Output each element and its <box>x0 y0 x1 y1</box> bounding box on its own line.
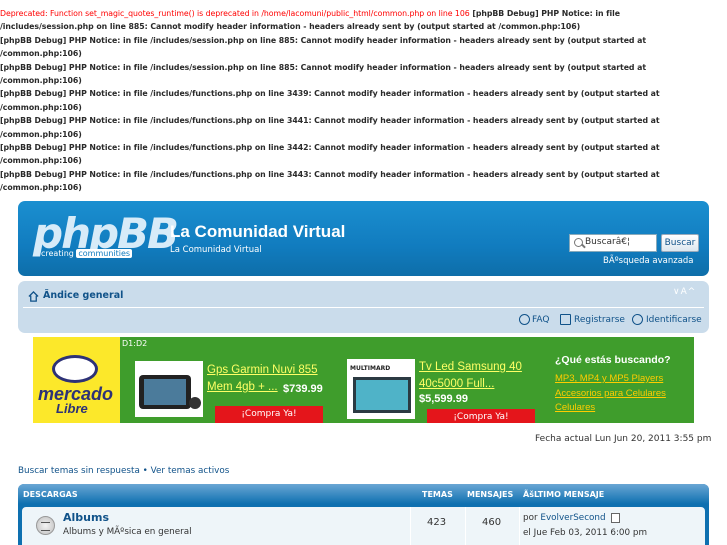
forum-title-link[interactable]: Albums <box>63 511 109 524</box>
product-title-line[interactable]: Mem 4gb + ... <box>207 379 278 396</box>
debug-line: /includes/session.php on line 885: Canno… <box>0 22 581 32</box>
ad-category-link[interactable]: Accesorios para Celulares <box>555 388 666 399</box>
handshake-icon <box>52 355 98 383</box>
forum-table: DESCARGAS TEMAS MENSAJES ÃšLTIMO MENSAJE… <box>18 484 709 545</box>
product-title-line[interactable]: Tv Led Samsung 40 <box>419 359 522 376</box>
debug-line: [phpBB Debug] PHP Notice: in file /inclu… <box>0 35 647 45</box>
advanced-search-link[interactable]: BÃºsqueda avanzada <box>603 256 694 266</box>
last-post-user-link[interactable]: EvolverSecond <box>540 513 605 523</box>
svg-text:MULTIMARD: MULTIMARD <box>350 365 390 372</box>
faq-link[interactable]: FAQ <box>532 315 549 325</box>
power-icon <box>632 314 643 325</box>
forum-table-header <box>18 484 709 504</box>
faq-icon <box>519 314 530 325</box>
home-icon <box>28 291 39 302</box>
debug-line: [phpBB Debug] PHP Notice: in file /inclu… <box>0 142 660 152</box>
topics-count: 423 <box>427 517 447 528</box>
forum-read-icon <box>36 516 55 535</box>
debug-line: Deprecated: Function set_magic_quotes_ru… <box>0 9 620 18</box>
site-description: La Comunidad Virtual <box>170 245 262 255</box>
site-header: phpBB creating communities La Comunidad … <box>18 201 709 276</box>
ad-category-link[interactable]: MP3, MP4 y MP5 Players <box>555 373 663 384</box>
debug-line: [phpBB Debug] PHP Notice: in file /inclu… <box>0 116 660 126</box>
product-title-line[interactable]: Gps Garmin Nuvi 855 <box>207 362 318 379</box>
debug-line: [phpBB Debug] PHP Notice: in file /inclu… <box>0 169 660 179</box>
ad-banner[interactable]: mercado Libre D1:D2 Gps Garmin Nuvi 855 … <box>33 337 694 423</box>
last-post-header: ÃšLTIMO MENSAJE <box>523 490 605 499</box>
category-header[interactable]: DESCARGAS <box>23 490 78 499</box>
product-price: $739.99 <box>283 383 323 395</box>
debug-line: /common.php:106) <box>0 102 82 112</box>
unanswered-topics-link[interactable]: Buscar temas sin respuesta <box>18 466 140 476</box>
forum-row[interactable]: Albums Albums y MÃºsica en general 423 4… <box>22 507 705 545</box>
last-post-date: el Jue Feb 03, 2011 6:00 pm <box>523 528 648 538</box>
view-latest-post-icon[interactable] <box>611 513 620 523</box>
column-divider <box>519 507 520 545</box>
navbar: Ãndice general ∨A^ FAQ Registrarse Ident… <box>18 281 709 333</box>
active-topics-link[interactable]: Ver temas activos <box>151 466 230 476</box>
forum-description: Albums y MÃºsica en general <box>63 527 192 537</box>
product-title-line[interactable]: 40c5000 Full... <box>419 376 494 393</box>
posts-header: MENSAJES <box>467 490 514 499</box>
current-date: Fecha actual Lun Jun 20, 2011 3:55 pm <box>535 434 712 444</box>
register-link[interactable]: Registrarse <box>574 315 625 325</box>
debug-line: /common.php:106) <box>0 183 82 193</box>
column-divider <box>410 507 411 545</box>
debug-line: [phpBB Debug] PHP Notice: in file /inclu… <box>0 89 660 99</box>
debug-line: /common.php:106) <box>0 75 82 85</box>
site-title[interactable]: La Comunidad Virtual <box>170 222 345 242</box>
ad-category-link[interactable]: Celulares <box>555 402 595 413</box>
font-resize-control[interactable]: ∨A^ <box>673 287 696 297</box>
register-icon <box>560 314 571 325</box>
search-button[interactable]: Buscar <box>661 234 699 252</box>
link-separator: • <box>139 466 151 476</box>
tv-product-image[interactable]: MULTIMARD <box>347 359 415 419</box>
mercadolibre-logo: mercado Libre <box>38 355 114 416</box>
debug-output: Deprecated: Function set_magic_quotes_ru… <box>0 7 727 194</box>
phpbb-logo[interactable]: phpBB creating communities <box>33 209 179 267</box>
debug-line: /common.php:106) <box>0 129 82 139</box>
topics-header: TEMAS <box>422 490 453 499</box>
posts-count: 460 <box>482 517 502 528</box>
product-price: $5,599.99 <box>419 393 468 405</box>
ad-question: ¿Qué estás buscando? <box>555 354 671 366</box>
gps-product-image[interactable] <box>135 361 203 417</box>
search-icon <box>574 238 583 247</box>
login-link[interactable]: Identificarse <box>646 315 702 325</box>
quick-links: Buscar temas sin respuesta • Ver temas a… <box>18 466 229 476</box>
debug-line: /common.php:106) <box>0 49 82 59</box>
deprecated-notice: Deprecated: Function set_magic_quotes_ru… <box>0 9 470 18</box>
ad-code: D1:D2 <box>122 339 148 348</box>
buy-button[interactable]: ¡Compra Ya! <box>215 406 323 423</box>
debug-line: [phpBB Debug] PHP Notice: in file /inclu… <box>0 62 647 72</box>
buy-button[interactable]: ¡Compra Ya! <box>427 409 535 423</box>
logo-tagline: creating communities <box>41 249 133 258</box>
nav-divider <box>23 307 704 308</box>
debug-line: /common.php:106) <box>0 156 82 166</box>
column-divider <box>465 507 466 545</box>
nav-home-link[interactable]: Ãndice general <box>43 290 123 301</box>
last-post-author: por EvolverSecond <box>523 513 606 523</box>
